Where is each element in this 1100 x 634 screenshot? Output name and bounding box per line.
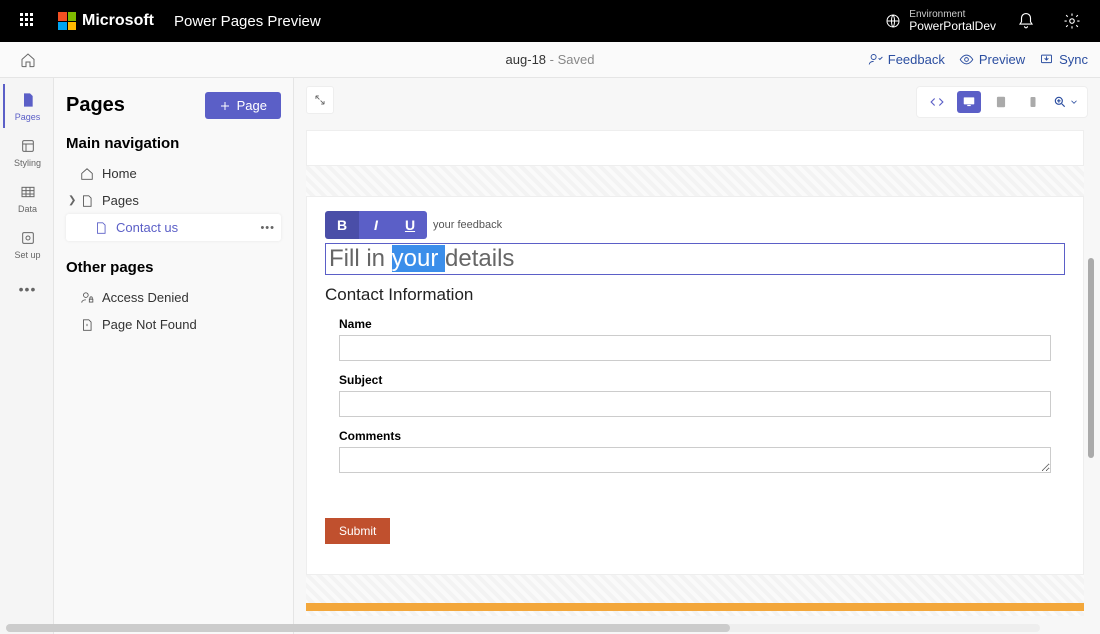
- ellipsis-icon: •••: [19, 279, 37, 299]
- rail-pages[interactable]: Pages: [3, 84, 51, 128]
- rail-styling[interactable]: Styling: [3, 130, 51, 174]
- tree-not-found[interactable]: Page Not Found: [66, 311, 281, 338]
- zoom-button[interactable]: [1053, 91, 1079, 113]
- design-canvas: B I U your feedback Fill in your details…: [294, 78, 1100, 634]
- vertical-scrollbar[interactable]: [1088, 258, 1094, 458]
- file-icon: [94, 221, 108, 235]
- rail-more[interactable]: •••: [3, 268, 51, 312]
- sub-bar: aug-18 - Saved Feedback Preview Sync: [0, 42, 1100, 78]
- eye-icon: [959, 52, 974, 67]
- name-input[interactable]: [339, 335, 1051, 361]
- page-surface[interactable]: B I U your feedback Fill in your details…: [306, 130, 1084, 616]
- tree-home[interactable]: Home: [66, 160, 281, 187]
- add-page-button[interactable]: Page: [205, 92, 281, 119]
- rail-data[interactable]: Data: [3, 176, 51, 220]
- settings-button[interactable]: [1056, 5, 1088, 37]
- save-status: - Saved: [546, 52, 594, 67]
- app-title: Power Pages Preview: [174, 13, 321, 30]
- gear-icon: [1063, 12, 1081, 30]
- waffle-icon[interactable]: [12, 5, 44, 37]
- code-view-button[interactable]: [925, 91, 949, 113]
- subheading: Contact Information: [325, 285, 1065, 305]
- expand-arrow-button[interactable]: [306, 86, 334, 114]
- notifications-button[interactable]: [1010, 5, 1042, 37]
- top-bar: Microsoft Power Pages Preview Environmen…: [0, 0, 1100, 42]
- section-placeholder[interactable]: [306, 130, 1084, 166]
- desktop-icon: [961, 95, 977, 109]
- toolbar-hint: your feedback: [433, 219, 502, 231]
- name-label: Name: [339, 317, 1065, 331]
- canvas-toolbar: [916, 86, 1088, 118]
- comments-input[interactable]: [339, 447, 1051, 473]
- tree-contact-us[interactable]: Contact us •••: [66, 214, 281, 241]
- left-rail: Pages Styling Data Set up •••: [0, 78, 54, 634]
- tablet-icon: [994, 95, 1008, 109]
- heading-editable[interactable]: Fill in your details: [325, 243, 1065, 275]
- pages-panel: Pages Page Main navigation Home ❯ Pages …: [54, 78, 294, 634]
- tablet-view-button[interactable]: [989, 91, 1013, 113]
- mobile-icon: [1027, 95, 1039, 109]
- other-section-label: Other pages: [66, 259, 281, 276]
- home-button[interactable]: [20, 52, 36, 68]
- tree-access-denied[interactable]: Access Denied: [66, 284, 281, 311]
- sync-link[interactable]: Sync: [1039, 52, 1088, 67]
- bold-button[interactable]: B: [325, 211, 359, 239]
- bell-icon: [1017, 12, 1035, 30]
- tree-pages[interactable]: ❯ Pages: [66, 187, 281, 214]
- rail-setup[interactable]: Set up: [3, 222, 51, 266]
- diagonal-arrow-icon: [313, 93, 327, 107]
- comments-label: Comments: [339, 429, 1065, 443]
- code-icon: [929, 95, 945, 109]
- page-icon: [20, 92, 36, 108]
- desktop-view-button[interactable]: [957, 91, 981, 113]
- environment-picker[interactable]: Environment PowerPortalDev: [885, 9, 996, 33]
- home-icon: [20, 52, 36, 68]
- environment-icon: [885, 13, 901, 29]
- heading-selection: your: [392, 245, 445, 272]
- item-more-icon[interactable]: •••: [260, 222, 275, 234]
- subject-input[interactable]: [339, 391, 1051, 417]
- person-lock-icon: [80, 291, 94, 305]
- sync-icon: [1039, 52, 1054, 67]
- home-icon: [80, 167, 94, 181]
- mobile-view-button[interactable]: [1021, 91, 1045, 113]
- footer-strip[interactable]: [306, 603, 1084, 611]
- italic-button[interactable]: I: [359, 211, 393, 239]
- setup-icon: [20, 230, 36, 246]
- plus-icon: [219, 100, 231, 112]
- brand-logo: Microsoft: [58, 12, 154, 30]
- microsoft-icon: [58, 12, 76, 30]
- nav-section-label: Main navigation: [66, 135, 281, 152]
- zoom-icon: [1053, 95, 1067, 109]
- chevron-down-icon: [1069, 97, 1079, 107]
- horizontal-scrollbar[interactable]: [6, 624, 1040, 632]
- subject-label: Subject: [339, 373, 1065, 387]
- brand-text: Microsoft: [82, 12, 154, 30]
- data-icon: [20, 184, 36, 200]
- chevron-right-icon[interactable]: ❯: [68, 195, 76, 206]
- preview-link[interactable]: Preview: [959, 52, 1025, 67]
- doc-name: aug-18: [506, 52, 546, 67]
- file-icon: [80, 194, 94, 208]
- submit-button[interactable]: Submit: [325, 518, 390, 544]
- feedback-icon: [868, 52, 883, 67]
- scrollbar-thumb[interactable]: [6, 624, 730, 632]
- file-alert-icon: [80, 318, 94, 332]
- text-format-toolbar: B I U your feedback: [325, 211, 1065, 239]
- underline-button[interactable]: U: [393, 211, 427, 239]
- panel-title: Pages: [66, 94, 125, 117]
- form-section[interactable]: B I U your feedback Fill in your details…: [306, 196, 1084, 575]
- env-name: PowerPortalDev: [909, 20, 996, 33]
- feedback-link[interactable]: Feedback: [868, 52, 945, 67]
- styling-icon: [20, 138, 36, 154]
